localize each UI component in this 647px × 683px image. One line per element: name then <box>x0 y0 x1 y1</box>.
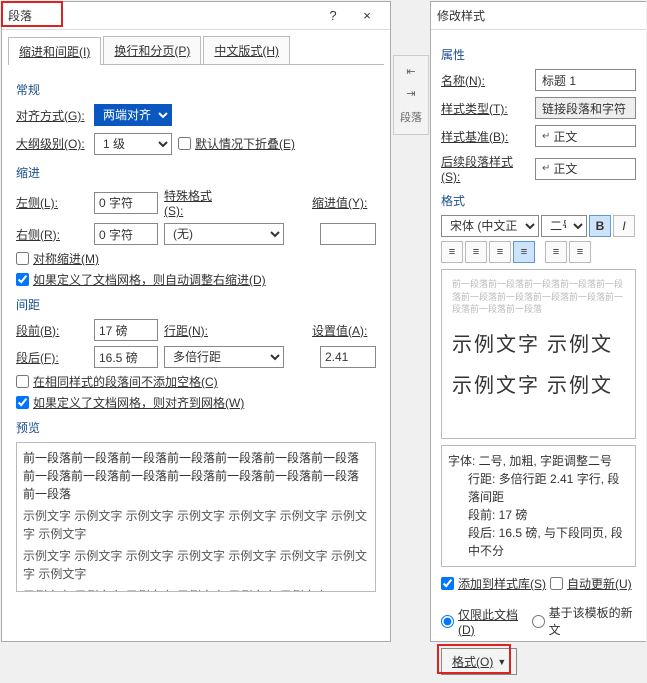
dialog-body: 属性 名称(N): 标题 1 样式类型(T): 链接段落和字符 样式基准(B): ↵正… <box>431 30 646 683</box>
next-label: 后续段落样式(S): <box>441 153 529 184</box>
tab-strip: 缩进和间距(I) 换行和分页(P) 中文版式(H) <box>8 36 384 65</box>
indent-value-input[interactable] <box>320 223 376 245</box>
paragraph-icon: ↵ <box>542 131 550 142</box>
indent-icon[interactable]: ⇤ <box>406 65 415 78</box>
modify-style-dialog: 修改样式 属性 名称(N): 标题 1 样式类型(T): 链接段落和字符 样式基准(… <box>430 1 646 642</box>
indent-right-label: 右侧(R): <box>16 226 88 243</box>
dialog-title: 修改样式 <box>437 7 640 24</box>
spacing-button[interactable]: ≡ <box>569 241 591 263</box>
space-before-input[interactable] <box>94 319 158 341</box>
no-space-same-style-checkbox[interactable]: 在相同样式的段落间不添加空格(C) <box>16 373 376 390</box>
mirror-indent-checkbox[interactable]: 对称缩进(M) <box>16 250 376 267</box>
section-preview: 预览 <box>16 419 376 436</box>
paragraph-group-label: 段落 <box>400 109 422 125</box>
auto-update-checkbox[interactable]: 自动更新(U) <box>550 575 632 592</box>
dialog-body: 常规 对齐方式(G): 两端对齐 大纲级别(O): 1 级 默认情况下折叠(E)… <box>2 65 390 600</box>
section-format: 格式 <box>441 192 636 209</box>
next-select[interactable]: ↵正文 <box>535 158 636 180</box>
outline-label: 大纲级别(O): <box>16 135 88 152</box>
add-to-library-checkbox[interactable]: 添加到样式库(S) <box>441 575 546 592</box>
line-spacing-label: 行距(N): <box>164 322 228 339</box>
name-input[interactable]: 标题 1 <box>535 69 636 91</box>
indent-value-label: 缩进值(Y): <box>312 194 376 211</box>
indent-left-label: 左侧(L): <box>16 194 88 211</box>
help-button[interactable]: ? <box>316 8 350 23</box>
tab-indent-spacing[interactable]: 缩进和间距(I) <box>8 37 101 65</box>
section-indent: 缩进 <box>16 164 376 181</box>
alignment-label: 对齐方式(G): <box>16 107 88 124</box>
space-after-input[interactable] <box>94 346 158 368</box>
italic-button[interactable]: I <box>613 215 635 237</box>
titlebar: 修改样式 <box>431 2 646 30</box>
special-select[interactable]: (无) <box>164 223 284 245</box>
auto-adjust-indent-checkbox[interactable]: 如果定义了文档网格，则自动调整右缩进(D) <box>16 271 376 288</box>
bold-button[interactable]: B <box>589 215 611 237</box>
tab-asian[interactable]: 中文版式(H) <box>203 36 290 64</box>
indent-right-input[interactable] <box>94 223 158 245</box>
only-this-doc-radio[interactable]: 仅限此文档(D) <box>441 606 528 637</box>
close-button[interactable]: × <box>350 8 384 23</box>
style-description: 字体: 二号, 加粗, 字距调整二号 行距: 多倍行距 2.41 字行, 段落间… <box>441 445 636 567</box>
outline-select[interactable]: 1 级 <box>94 133 172 155</box>
font-select[interactable]: 宋体 (中文正文) <box>441 215 539 237</box>
collapse-checkbox[interactable]: 默认情况下折叠(E) <box>178 135 295 152</box>
set-at-label: 设置值(A): <box>312 322 376 339</box>
section-spacing: 间距 <box>16 296 376 313</box>
type-label: 样式类型(T): <box>441 100 529 117</box>
highlight-title <box>1 1 63 27</box>
indent-left-input[interactable] <box>94 192 158 214</box>
template-radio[interactable]: 基于该模板的新文 <box>532 604 636 638</box>
special-label: 特殊格式(S): <box>164 187 228 218</box>
sample-box: 前一段落前一段落前一段落前一段落前一段落前一段落前一段落前一段落前一段落前一段落… <box>441 269 636 439</box>
highlight-format <box>437 644 511 674</box>
base-label: 样式基准(B): <box>441 128 529 145</box>
tab-line-page[interactable]: 换行和分页(P) <box>103 36 201 64</box>
base-select[interactable]: ↵正文 <box>535 125 636 147</box>
section-general: 常规 <box>16 81 376 98</box>
paragraph-icon: ↵ <box>542 163 550 174</box>
indent-icon[interactable]: ⇥ <box>406 87 415 100</box>
set-at-input[interactable] <box>320 346 376 368</box>
space-before-label: 段前(B): <box>16 322 88 339</box>
font-toolbar: 宋体 (中文正文) 二号 B I <box>441 215 636 237</box>
align-justify-button[interactable]: ≡ <box>513 241 535 263</box>
preview-box: 前一段落前一段落前一段落前一段落前一段落前一段落前一段落前一段落前一段落前一段落… <box>16 442 376 592</box>
align-left-button[interactable]: ≡ <box>441 241 463 263</box>
snap-grid-checkbox[interactable]: 如果定义了文档网格，则对齐到网格(W) <box>16 394 376 411</box>
space-after-label: 段后(F): <box>16 349 88 366</box>
section-properties: 属性 <box>441 46 636 63</box>
align-right-button[interactable]: ≡ <box>489 241 511 263</box>
alignment-select[interactable]: 两端对齐 <box>94 104 172 126</box>
paragraph-dialog: 段落 ? × 缩进和间距(I) 换行和分页(P) 中文版式(H) 常规 对齐方式… <box>1 1 391 642</box>
type-select: 链接段落和字符 <box>535 97 636 119</box>
name-label: 名称(N): <box>441 72 529 89</box>
line-spacing-select[interactable]: 多倍行距 <box>164 346 284 368</box>
ribbon-fragment: ⇤ ⇥ 段落 <box>393 55 429 135</box>
size-select[interactable]: 二号 <box>541 215 587 237</box>
align-center-button[interactable]: ≡ <box>465 241 487 263</box>
align-toolbar: ≡ ≡ ≡ ≡ ≡ ≡ <box>441 241 636 263</box>
spacing-button[interactable]: ≡ <box>545 241 567 263</box>
